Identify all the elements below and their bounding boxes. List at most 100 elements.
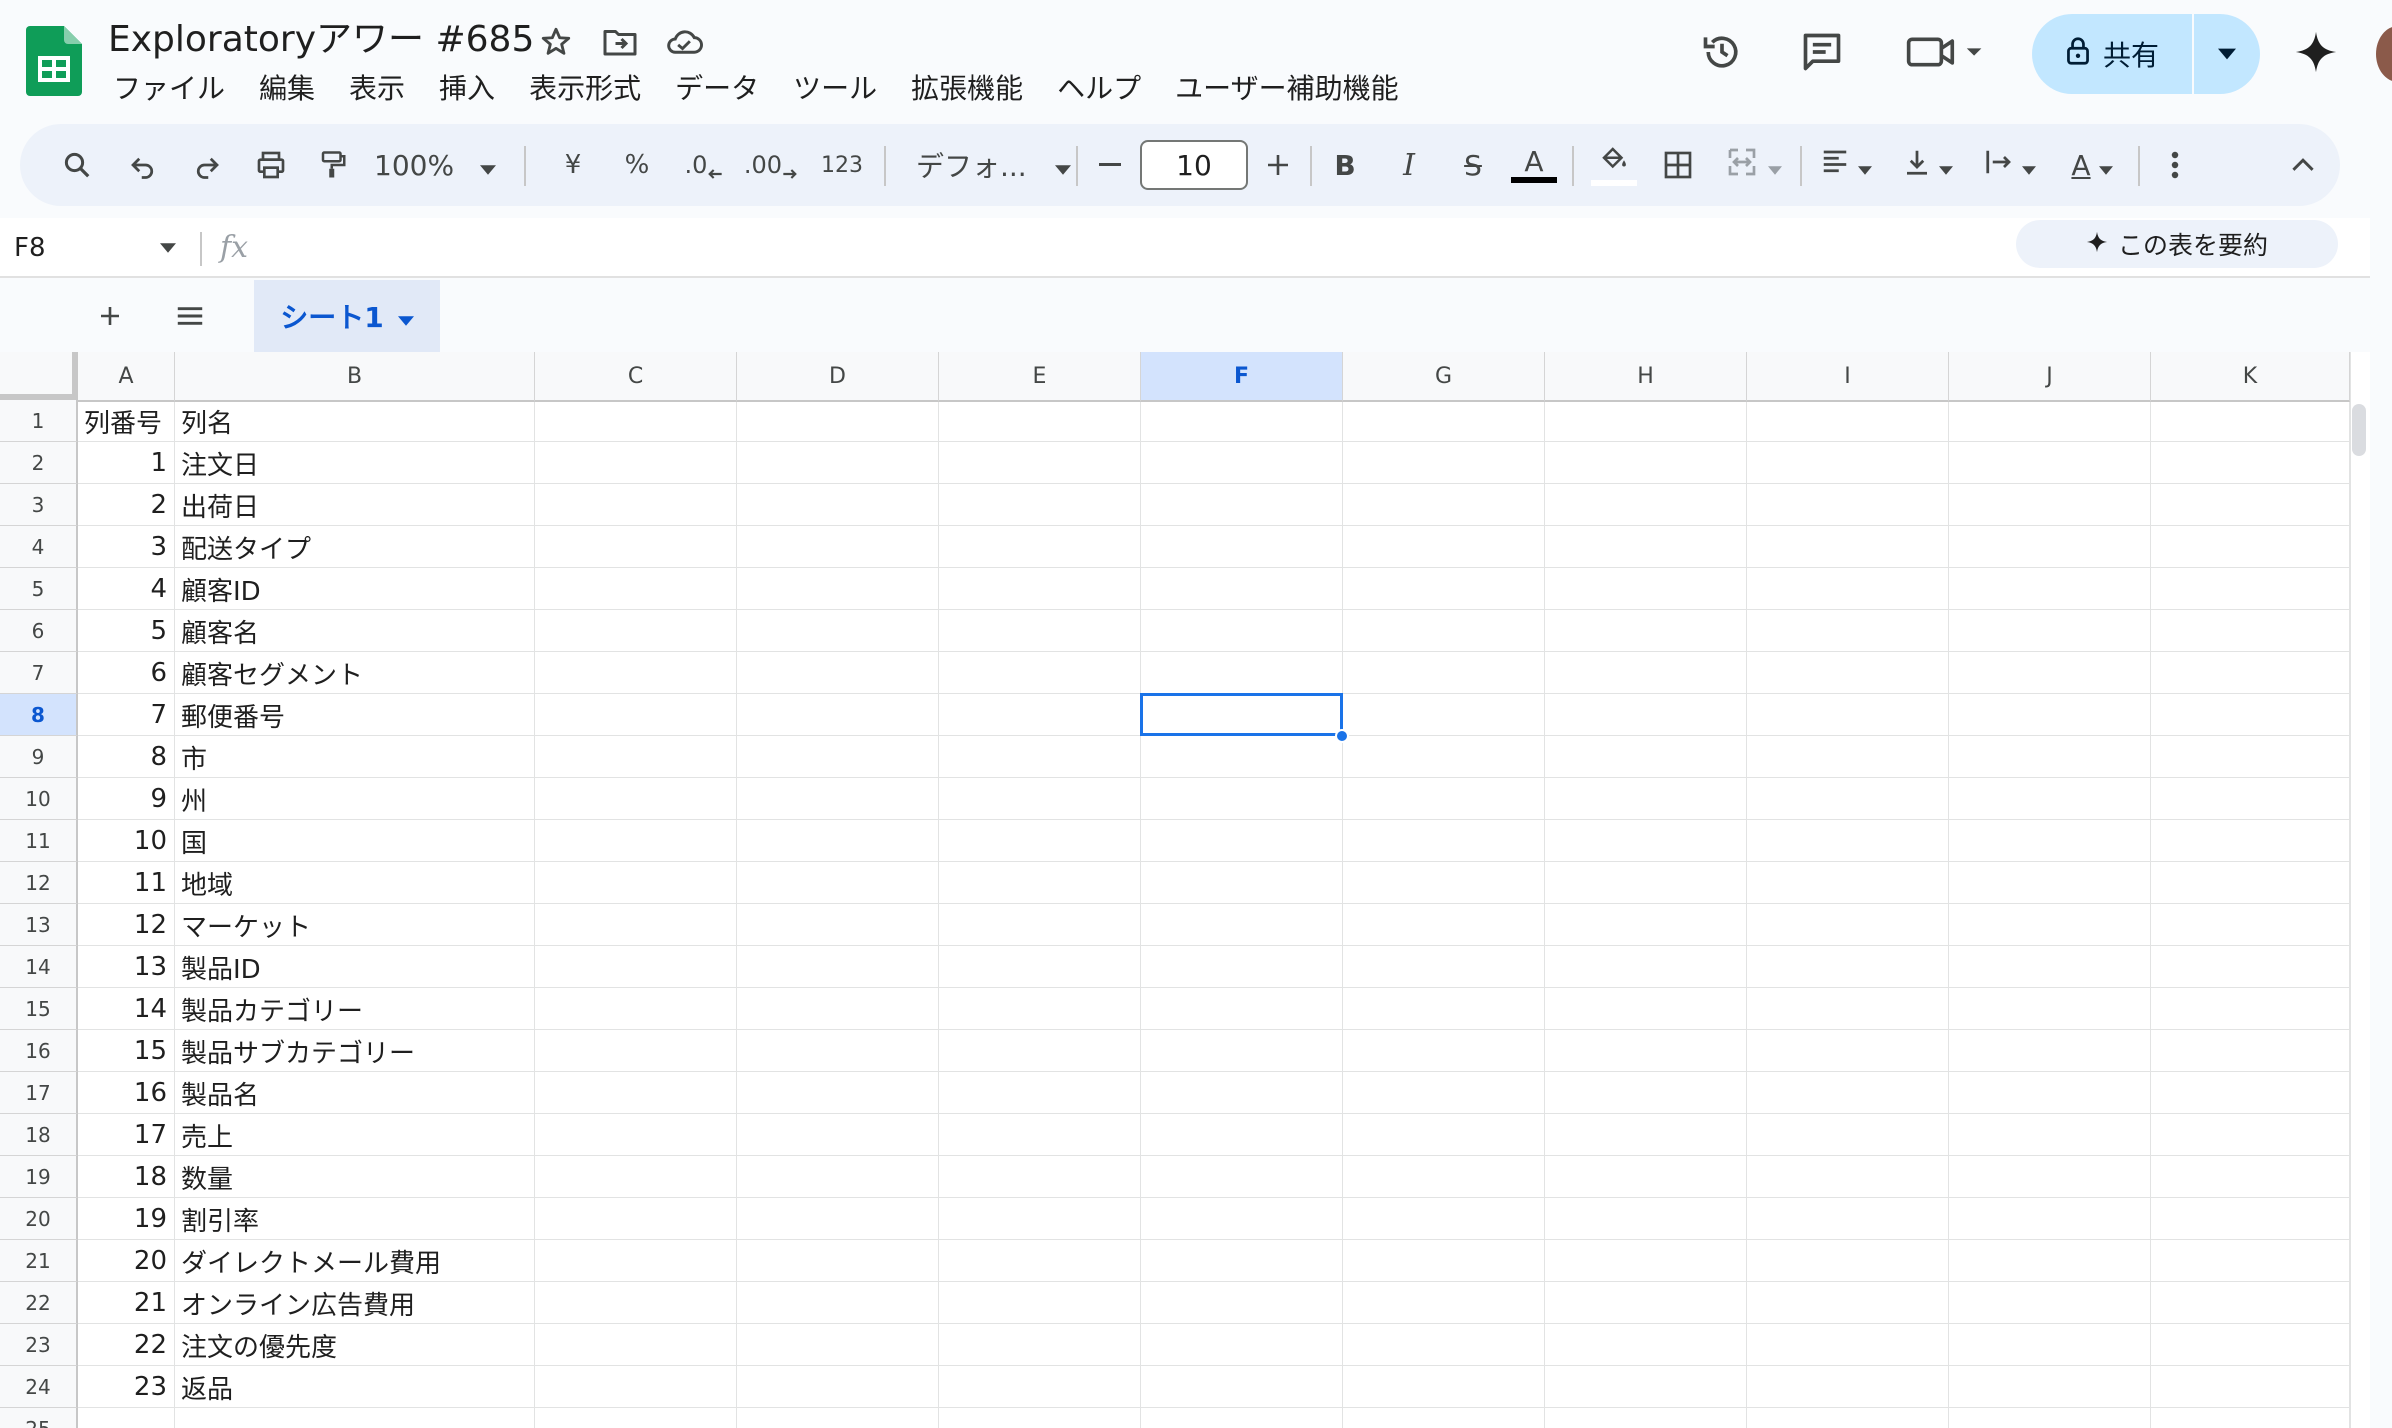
cell-a7[interactable]: 6 bbox=[78, 652, 175, 694]
row-header-22[interactable]: 22 bbox=[0, 1282, 78, 1324]
menu-view[interactable]: 表示 bbox=[332, 66, 422, 112]
menu-edit[interactable]: 編集 bbox=[242, 66, 332, 112]
add-sheet-icon[interactable] bbox=[88, 292, 132, 340]
fill-handle[interactable] bbox=[1335, 729, 1349, 743]
cell-a11[interactable]: 10 bbox=[78, 820, 175, 862]
zoom-select[interactable]: 100% bbox=[374, 124, 524, 206]
row-header-25[interactable]: 25 bbox=[0, 1408, 78, 1428]
row-header-6[interactable]: 6 bbox=[0, 610, 78, 652]
cell-b2[interactable]: 注文日 bbox=[175, 442, 259, 484]
summarize-table-button[interactable]: この表を要約 bbox=[2016, 220, 2338, 268]
cell-b12[interactable]: 地域 bbox=[175, 862, 233, 904]
row-header-21[interactable]: 21 bbox=[0, 1240, 78, 1282]
cell-a16[interactable]: 15 bbox=[78, 1030, 175, 1072]
row-header-16[interactable]: 16 bbox=[0, 1030, 78, 1072]
cell-a13[interactable]: 12 bbox=[78, 904, 175, 946]
more-formats-button[interactable]: 123 bbox=[812, 124, 872, 206]
print-icon[interactable] bbox=[244, 124, 298, 206]
vertical-align-button[interactable] bbox=[1892, 124, 1964, 206]
cell-a5[interactable]: 4 bbox=[78, 568, 175, 610]
horizontal-align-button[interactable] bbox=[1810, 124, 1882, 206]
bold-button[interactable]: B bbox=[1320, 124, 1370, 206]
cell-b17[interactable]: 製品名 bbox=[175, 1072, 259, 1114]
cell-b23[interactable]: 注文の優先度 bbox=[175, 1324, 337, 1366]
cell-b9[interactable]: 市 bbox=[175, 736, 207, 778]
menu-file[interactable]: ファイル bbox=[96, 66, 242, 112]
share-button[interactable]: 共有 bbox=[2032, 14, 2260, 94]
cell-b14[interactable]: 製品ID bbox=[175, 946, 261, 988]
row-header-7[interactable]: 7 bbox=[0, 652, 78, 694]
row-header-2[interactable]: 2 bbox=[0, 442, 78, 484]
cell-b1[interactable]: 列名 bbox=[175, 400, 233, 442]
row-header-19[interactable]: 19 bbox=[0, 1156, 78, 1198]
star-icon[interactable] bbox=[534, 20, 578, 64]
text-color-button[interactable]: A bbox=[1504, 124, 1564, 206]
column-header-a[interactable]: A bbox=[78, 352, 175, 402]
version-history-icon[interactable] bbox=[1692, 22, 1752, 82]
cell-b24[interactable]: 返品 bbox=[175, 1366, 233, 1408]
column-header-i[interactable]: I bbox=[1747, 352, 1949, 402]
row-header-1[interactable]: 1 bbox=[0, 400, 78, 442]
menu-data[interactable]: データ bbox=[658, 66, 776, 112]
cell-b20[interactable]: 割引率 bbox=[175, 1198, 259, 1240]
cell-a18[interactable]: 17 bbox=[78, 1114, 175, 1156]
font-size-input[interactable]: 10 bbox=[1140, 140, 1248, 190]
cell-a4[interactable]: 3 bbox=[78, 526, 175, 568]
cell-b6[interactable]: 顧客名 bbox=[175, 610, 259, 652]
menu-help[interactable]: ヘルプ bbox=[1040, 66, 1158, 112]
menu-tools[interactable]: ツール bbox=[776, 66, 894, 112]
row-header-8[interactable]: 8 bbox=[0, 694, 78, 736]
meet-icon[interactable] bbox=[1900, 22, 1990, 82]
collapse-menu-icon[interactable] bbox=[2276, 124, 2330, 206]
cell-b18[interactable]: 売上 bbox=[175, 1114, 233, 1156]
row-header-5[interactable]: 5 bbox=[0, 568, 78, 610]
cell-b21[interactable]: ダイレクトメール費用 bbox=[175, 1240, 441, 1282]
increase-font-size-icon[interactable] bbox=[1256, 124, 1300, 206]
menu-format[interactable]: 表示形式 bbox=[512, 66, 658, 112]
row-header-18[interactable]: 18 bbox=[0, 1114, 78, 1156]
cell-a1[interactable]: 列番号 bbox=[78, 400, 175, 442]
cell-b7[interactable]: 顧客セグメント bbox=[175, 652, 363, 694]
move-folder-icon[interactable] bbox=[598, 20, 642, 64]
paint-format-icon[interactable] bbox=[306, 124, 360, 206]
merge-cells-button[interactable] bbox=[1714, 124, 1794, 206]
row-header-3[interactable]: 3 bbox=[0, 484, 78, 526]
cell-b10[interactable]: 州 bbox=[175, 778, 207, 820]
row-header-11[interactable]: 11 bbox=[0, 820, 78, 862]
cell-b22[interactable]: オンライン広告費用 bbox=[175, 1282, 415, 1324]
cell-b5[interactable]: 顧客ID bbox=[175, 568, 261, 610]
cell-a12[interactable]: 11 bbox=[78, 862, 175, 904]
caret-down-icon[interactable] bbox=[156, 226, 180, 270]
account-avatar[interactable] bbox=[2376, 26, 2392, 82]
cell-a19[interactable]: 18 bbox=[78, 1156, 175, 1198]
currency-format-button[interactable]: ¥ bbox=[548, 124, 598, 206]
cell-a3[interactable]: 2 bbox=[78, 484, 175, 526]
cell-b16[interactable]: 製品サブカテゴリー bbox=[175, 1030, 415, 1072]
column-header-c[interactable]: C bbox=[535, 352, 737, 402]
cell-a9[interactable]: 8 bbox=[78, 736, 175, 778]
cell-a17[interactable]: 16 bbox=[78, 1072, 175, 1114]
row-header-14[interactable]: 14 bbox=[0, 946, 78, 988]
cell-b15[interactable]: 製品カテゴリー bbox=[175, 988, 363, 1030]
row-header-15[interactable]: 15 bbox=[0, 988, 78, 1030]
redo-icon[interactable] bbox=[180, 124, 234, 206]
vertical-scrollbar[interactable] bbox=[2350, 352, 2370, 1428]
vertical-scrollbar-thumb[interactable] bbox=[2352, 404, 2366, 456]
menu-extensions[interactable]: 拡張機能 bbox=[894, 66, 1040, 112]
cell-b13[interactable]: マーケット bbox=[175, 904, 311, 946]
cell-b3[interactable]: 出荷日 bbox=[175, 484, 259, 526]
cell-a22[interactable]: 21 bbox=[78, 1282, 175, 1324]
percent-format-button[interactable]: % bbox=[612, 124, 662, 206]
row-header-13[interactable]: 13 bbox=[0, 904, 78, 946]
menu-accessibility[interactable]: ユーザー補助機能 bbox=[1158, 66, 1415, 112]
gemini-sparkle-icon[interactable] bbox=[2288, 22, 2344, 82]
row-header-10[interactable]: 10 bbox=[0, 778, 78, 820]
comments-icon[interactable] bbox=[1792, 22, 1852, 82]
cell-a6[interactable]: 5 bbox=[78, 610, 175, 652]
column-header-b[interactable]: B bbox=[175, 352, 535, 402]
cell-a23[interactable]: 22 bbox=[78, 1324, 175, 1366]
cell-a21[interactable]: 20 bbox=[78, 1240, 175, 1282]
row-header-9[interactable]: 9 bbox=[0, 736, 78, 778]
text-rotation-button[interactable]: A bbox=[2056, 124, 2128, 206]
row-header-24[interactable]: 24 bbox=[0, 1366, 78, 1408]
